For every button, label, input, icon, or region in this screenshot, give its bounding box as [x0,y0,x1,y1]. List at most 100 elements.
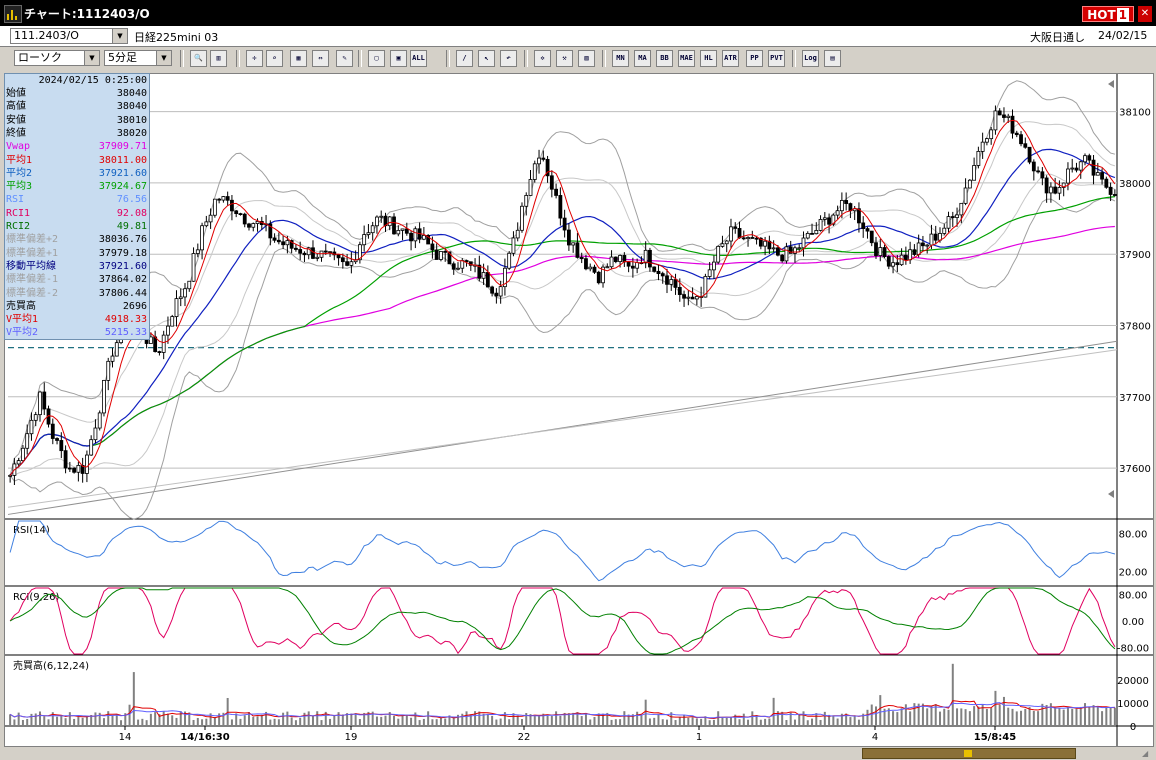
market-label: 大阪日通し [1030,31,1085,44]
volume-bar [909,711,912,726]
toolbar-separator [446,50,450,67]
color-icon[interactable]: ▨ [578,50,595,67]
candle-body [336,254,341,259]
volume-bar [1079,706,1082,726]
info-label: 標準偏差-1 [6,274,59,286]
indicator-ma-icon[interactable]: MA [634,50,651,67]
candle-body [396,230,401,235]
candle-body [400,228,405,231]
volume-bar [614,719,617,726]
resize-grip-icon[interactable]: ◢ [1142,749,1154,760]
info-row: RSI 76.56 [5,193,149,206]
candle-body [1048,186,1053,194]
pencil-icon[interactable]: / [456,50,473,67]
info-value: 37921.60 [98,260,147,272]
candle-body [255,221,260,224]
volume-bar [418,720,421,726]
candle-body [908,249,913,261]
toolbar-separator [236,50,240,67]
indicator-atr-icon[interactable]: ATR [722,50,739,67]
chevron-down-icon[interactable]: ▼ [84,51,99,65]
volume-bar [990,708,993,726]
candle-body [1083,155,1087,163]
toolbar: ローソク ▼ 5分足 ▼ 🔍 ▥ ✛ ⌕ ▦ ⇔ ✎ ▢ ▣ ALL / ↖ ↶ ✲ ⚒ ▨ MN MA BB MAE… [0,47,1156,71]
candle-body [528,179,533,196]
crosshair-icon[interactable]: ✛ [246,50,263,67]
magnify-icon[interactable]: ⌕ [266,50,283,67]
candle-body [212,198,217,216]
volume-bar [798,714,801,726]
indicator-bb-icon[interactable]: BB [656,50,673,67]
chart-type-select[interactable]: ローソク ▼ [14,50,100,66]
indicator-hl-icon[interactable]: HL [700,50,717,67]
info-row: 平均3 37924.67 [5,180,149,193]
hot-button[interactable]: HOT 1 [1082,6,1134,22]
wrench-icon[interactable]: ⚒ [556,50,573,67]
volume-bar [896,712,899,726]
volume-bar [806,720,809,726]
pointer-icon[interactable]: ▢ [368,50,385,67]
candle-body [660,273,665,277]
indicator-mae-icon[interactable]: MAE [678,50,695,67]
symbol-select[interactable]: 111.2403/O ▼ [10,28,128,44]
split-icon[interactable]: ▥ [210,50,227,67]
info-label: V平均2 [6,327,39,339]
chart-icon[interactable]: ▦ [290,50,307,67]
arrow-icon[interactable]: ↖ [478,50,495,67]
candle-body [861,222,866,229]
horizontal-scrollbar[interactable]: ◢ [0,747,1156,760]
volume-bar [38,711,41,726]
chart-area[interactable]: 38100 38000 37900 37800 37700 37600 RSI(14) 80.… [4,73,1154,747]
chart-svg[interactable]: 381003800037900378003770037600RSI(14) 80.… [5,74,1153,746]
price-tick-label: 37900 [1119,250,1151,261]
pen-icon[interactable]: ✎ [336,50,353,67]
chevron-down-icon[interactable]: ▼ [156,51,171,65]
undo-icon[interactable]: ↶ [500,50,517,67]
volume-bar [768,718,771,726]
window-title: チャート:1112403/O [24,7,150,21]
volume-bar [30,713,33,726]
volume-bar [793,719,796,726]
candle-body [183,288,187,298]
volume-panel-label: 売買高(6,12,24) [13,659,89,672]
volume-bar [495,719,498,726]
volume-bar [623,711,626,726]
symbol-code: 111.2403/O [14,29,79,42]
volume-bar [879,695,882,726]
indicator-log-icon[interactable]: Log [802,50,819,67]
candle-body [375,216,379,227]
volume-bar [341,714,344,726]
volume-bar [572,712,575,726]
volume-bar [286,711,289,726]
star-icon[interactable]: ✲ [534,50,551,67]
indicator-pp-icon[interactable]: PP [746,50,763,67]
indicator-pvt-icon[interactable]: PVT [768,50,785,67]
grid-icon[interactable]: ▣ [390,50,407,67]
volume-bar [636,711,639,726]
candle-body [443,250,448,253]
candle-body [110,355,115,362]
volume-bar [102,718,105,726]
chevron-down-icon[interactable]: ▼ [112,29,127,43]
panel-tick-label: 20000 [1117,676,1149,687]
volume-bar [1041,703,1044,726]
scroll-icon[interactable]: ⇔ [312,50,329,67]
candle-body [844,200,849,204]
zoom-icon[interactable]: 🔍 [190,50,207,67]
all-icon[interactable]: ALL [410,50,427,67]
x-axis-label: 14/16:30 [180,732,229,743]
candle-body [532,163,537,180]
info-value: 4918.33 [104,314,147,326]
print-icon[interactable]: ▤ [824,50,841,67]
candle-body [362,234,367,246]
volume-bar [337,712,340,726]
candle-body [157,351,162,353]
volume-bar [401,714,404,726]
close-icon[interactable]: ✕ [1138,6,1152,22]
candle-body [579,257,584,260]
info-value: 2696 [122,300,147,312]
period-select[interactable]: 5分足 ▼ [104,50,172,66]
volume-bar [350,713,353,726]
volume-bar [380,716,383,726]
indicator-mn-icon[interactable]: MN [612,50,629,67]
